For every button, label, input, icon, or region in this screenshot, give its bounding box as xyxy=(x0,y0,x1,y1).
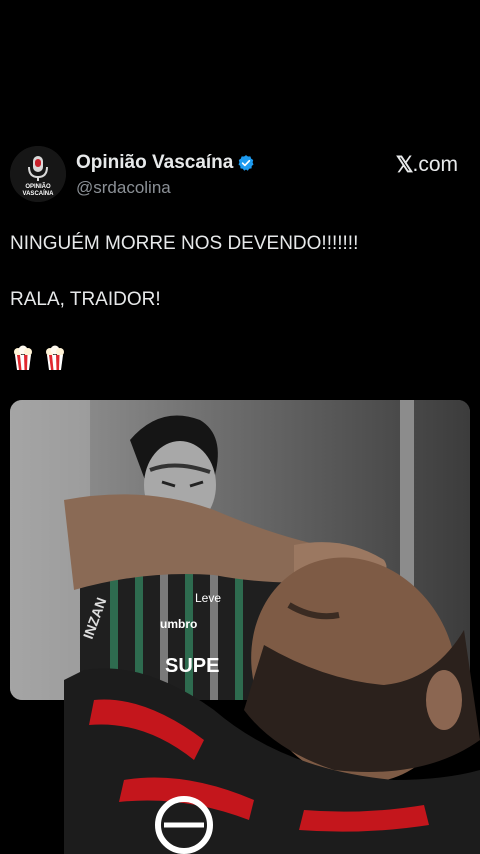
popcorn-icon xyxy=(14,345,32,370)
author-handle[interactable]: @srdacolina xyxy=(76,178,171,198)
author-name-row[interactable]: Opinião Vascaína xyxy=(76,152,255,174)
x-logo-icon: 𝕏 xyxy=(395,152,414,177)
verified-badge-icon xyxy=(238,155,254,171)
popcorn-icon xyxy=(46,345,64,370)
post-text: NINGUÉM MORRE NOS DEVENDO!!!!!!! RALA, T… xyxy=(10,232,470,312)
post-line-1: NINGUÉM MORRE NOS DEVENDO!!!!!!! xyxy=(10,233,359,254)
author-name[interactable]: Opinião Vascaína xyxy=(76,152,233,174)
avatar[interactable]: OPINIÃO VASCAÍNA xyxy=(10,146,66,202)
brand-suffix: .com xyxy=(412,153,458,176)
avatar-line2: VASCAÍNA xyxy=(23,189,55,197)
x-brand-logo: 𝕏 .com xyxy=(396,152,458,178)
crying-fan-photo xyxy=(64,494,480,854)
avatar-line1: OPINIÃO xyxy=(25,183,51,190)
microphone-logo-icon: OPINIÃO VASCAÍNA xyxy=(10,146,66,202)
screen: OPINIÃO VASCAÍNA Opinião Vascaína @srdac… xyxy=(0,0,480,854)
post-header: OPINIÃO VASCAÍNA Opinião Vascaína @srdac… xyxy=(10,146,470,204)
emoji-row xyxy=(12,345,66,371)
post-line-2: RALA, TRAIDOR! xyxy=(10,289,161,310)
reaction-overlay-image xyxy=(64,480,480,854)
